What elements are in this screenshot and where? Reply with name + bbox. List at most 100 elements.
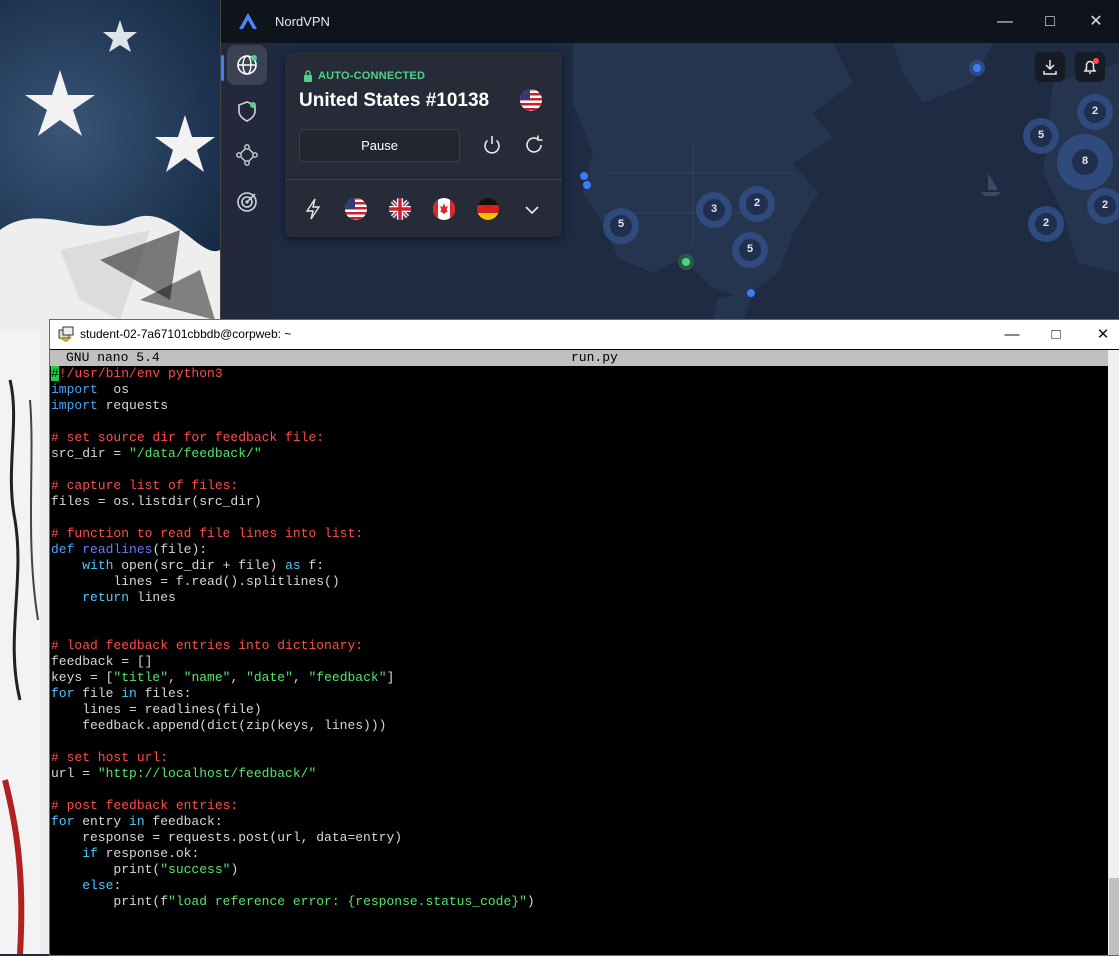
- map-toolbar: [1035, 52, 1105, 82]
- code-token: def: [51, 542, 75, 557]
- code-token: "success": [160, 862, 231, 877]
- code-editor[interactable]: #!/usr/bin/env python3 import os import re…: [51, 366, 535, 910]
- code-token: as: [285, 558, 301, 573]
- code-token: open(src_dir + file): [113, 558, 286, 573]
- code-token: # load feedback entries into dictionary:: [51, 638, 364, 653]
- close-button[interactable]: ✕: [1082, 8, 1110, 36]
- code-token: :: [113, 878, 122, 893]
- code-line: import requests: [51, 398, 535, 414]
- code-token: # post feedback entries:: [51, 798, 239, 813]
- code-token: "title": [113, 670, 169, 685]
- power-icon[interactable]: [481, 134, 503, 156]
- map-cluster[interactable]: 5: [1035, 129, 1047, 141]
- code-token: ): [526, 894, 535, 909]
- minimize-button[interactable]: —: [991, 8, 1019, 36]
- canada-flag-icon[interactable]: [432, 197, 456, 221]
- code-line: response = requests.post(url, data=entry…: [51, 830, 535, 846]
- code-line: for file in files:: [51, 686, 535, 702]
- code-line: src_dir = "/data/feedback/": [51, 446, 535, 462]
- threat-protection-nav-button[interactable]: [227, 182, 267, 222]
- lock-icon: [304, 70, 312, 82]
- code-token: "load reference error: {response.status_…: [168, 894, 527, 909]
- code-token: f:: [300, 558, 325, 573]
- code-token: import: [51, 398, 98, 413]
- map-cluster[interactable]: 3: [708, 203, 720, 215]
- card-divider: [285, 179, 562, 180]
- terminal-titlebar: student-02-7a67101cbbdb@corpweb: ~ — □ ✕: [50, 320, 1119, 349]
- code-token: lines: [129, 590, 176, 605]
- code-line: url = "http://localhost/feedback/": [51, 766, 535, 782]
- quick-connect-lightning-icon[interactable]: [303, 197, 323, 221]
- code-token: ): [230, 862, 239, 877]
- terminal-scrollbar[interactable]: [1108, 350, 1119, 955]
- refresh-icon[interactable]: [523, 134, 545, 156]
- scrollbar-thumb[interactable]: [1109, 878, 1119, 955]
- download-icon: [1043, 60, 1057, 75]
- code-token: ]: [386, 670, 395, 685]
- meshnet-nav-button[interactable]: [227, 135, 267, 175]
- code-line: return lines: [51, 590, 535, 606]
- minimize-button[interactable]: —: [997, 324, 1027, 346]
- code-token: ,: [230, 670, 247, 685]
- nordvpn-titlebar: NordVPN — □ ✕: [221, 0, 1119, 43]
- code-line: print("success"): [51, 862, 535, 878]
- code-token: readlines: [82, 542, 153, 557]
- code-token: response.ok:: [97, 846, 200, 861]
- map-cluster[interactable]: 8: [1079, 155, 1091, 167]
- code-token: for: [51, 686, 75, 701]
- code-token: keys = [: [51, 670, 114, 685]
- terminal-title: student-02-7a67101cbbdb@corpweb: ~: [80, 327, 292, 341]
- code-token: os: [97, 382, 130, 397]
- code-token: # function to read file lines into list:: [51, 526, 364, 541]
- map-cluster[interactable]: 2: [751, 197, 763, 209]
- download-button[interactable]: [1035, 52, 1065, 82]
- code-line: lines = readlines(file): [51, 702, 535, 718]
- code-token: files = os.listdir(src_dir): [51, 494, 262, 509]
- close-button[interactable]: ✕: [1088, 324, 1118, 346]
- maximize-button[interactable]: □: [1041, 324, 1071, 346]
- pause-button[interactable]: Pause: [299, 129, 460, 162]
- server-name: United States #10138: [299, 90, 490, 111]
- united-states-flag-icon[interactable]: [344, 197, 368, 221]
- map-cluster[interactable]: 2: [1099, 199, 1111, 211]
- chevron-down-icon[interactable]: [522, 197, 542, 221]
- code-line: feedback.append(dict(zip(keys, lines))): [51, 718, 535, 734]
- code-line: else:: [51, 878, 535, 894]
- code-token: with: [82, 558, 114, 573]
- code-line: lines = f.read().splitlines(): [51, 574, 535, 590]
- code-line: # capture list of files:: [51, 478, 535, 494]
- map-cluster[interactable]: 2: [1089, 105, 1101, 117]
- code-line: # set host url:: [51, 750, 535, 766]
- shield-nav-button[interactable]: [227, 91, 267, 131]
- globe-nav-button[interactable]: [227, 45, 267, 85]
- map-cluster[interactable]: 5: [744, 243, 756, 255]
- map-cluster[interactable]: 5: [615, 218, 627, 230]
- code-token: lines = f.read().splitlines(): [51, 574, 340, 589]
- code-token: url =: [51, 766, 98, 781]
- maximize-button[interactable]: □: [1036, 8, 1064, 36]
- code-token: else: [82, 878, 114, 893]
- map-cluster[interactable]: 2: [1040, 217, 1052, 229]
- germany-flag-icon[interactable]: [476, 197, 500, 221]
- code-token: return: [82, 590, 130, 605]
- code-token: in: [121, 686, 137, 701]
- window-title: NordVPN: [275, 14, 330, 29]
- active-indicator: [221, 55, 224, 81]
- bell-icon: [1083, 58, 1099, 74]
- code-token: for: [51, 814, 75, 829]
- nordvpn-sidebar: [221, 43, 273, 320]
- code-token: files:: [136, 686, 192, 701]
- code-line: with open(src_dir + file) as f:: [51, 558, 535, 574]
- united-kingdom-flag-icon[interactable]: [388, 197, 412, 221]
- code-line: if response.ok:: [51, 846, 535, 862]
- code-token: src_dir =: [51, 446, 130, 461]
- code-token: response = requests.post(url, data=entry…: [51, 830, 403, 845]
- notifications-button[interactable]: [1075, 52, 1105, 82]
